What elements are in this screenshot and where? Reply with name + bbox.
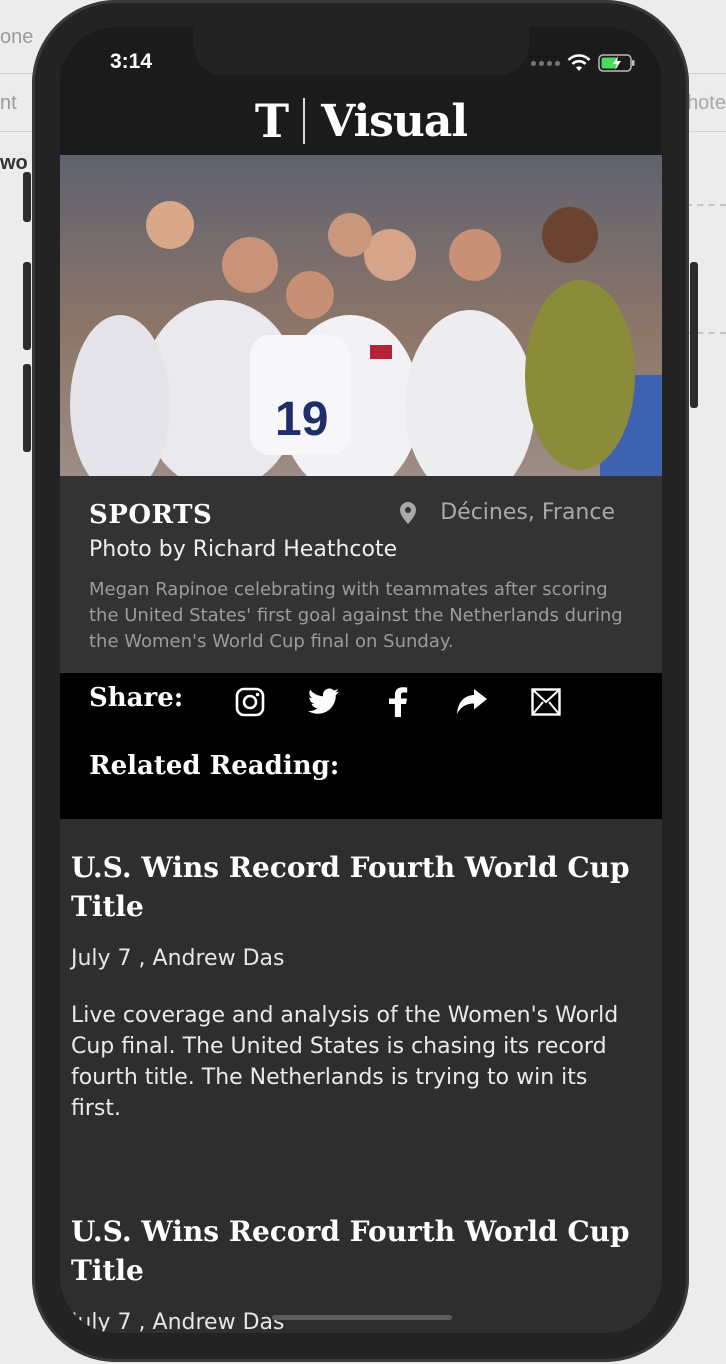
bg-left-fragment-2: nt <box>0 92 17 114</box>
logo-divider <box>303 98 306 144</box>
status-icons <box>531 53 636 73</box>
location: Décines, France <box>400 500 615 525</box>
mail-icon[interactable] <box>530 685 562 719</box>
hero-photo[interactable]: 19 <box>60 155 662 476</box>
instagram-icon[interactable] <box>234 685 266 719</box>
article-meta: July 7 , Andrew Das <box>71 1310 285 1333</box>
volume-down-button <box>23 364 31 452</box>
power-button <box>690 262 698 408</box>
home-indicator[interactable] <box>272 1315 452 1320</box>
bg-right-fragment-1: hote <box>687 92 726 114</box>
app-header: T Visual <box>60 87 662 155</box>
related-articles-list: U.S. Wins Record Fourth World Cup Title … <box>60 819 662 1333</box>
silent-switch <box>23 172 31 222</box>
article-title[interactable]: U.S. Wins Record Fourth World Cup Title <box>71 1212 641 1290</box>
article-title[interactable]: U.S. Wins Record Fourth World Cup Title <box>71 848 641 926</box>
share-section: Share: Related Reading: <box>60 673 662 819</box>
photo-caption: Megan Rapinoe celebrating with teammates… <box>89 579 623 652</box>
location-pin-icon <box>400 501 417 524</box>
nyt-logo-mark: T <box>254 94 290 148</box>
photo-illustration: 19 <box>60 155 662 476</box>
svg-text:19: 19 <box>275 393 328 446</box>
app-title: Visual <box>321 95 468 147</box>
notch <box>193 27 529 75</box>
wifi-icon <box>567 54 591 71</box>
bg-guide-line <box>686 204 726 206</box>
bg-left-fragment-1: one <box>0 26 34 48</box>
photo-caption-card: SPORTS Décines, France Photo by Richard … <box>60 476 662 673</box>
related-reading-label: Related Reading: <box>89 751 340 781</box>
twitter-icon[interactable] <box>308 685 340 719</box>
cellular-signal-icon <box>531 60 560 66</box>
share-label: Share: <box>89 683 184 713</box>
share-icons <box>234 685 562 719</box>
phone-screen: 3:14 T Visual 19 SPORTS Décines, France … <box>60 27 662 1333</box>
location-text: Décines, France <box>440 500 615 525</box>
battery-icon <box>598 54 635 72</box>
volume-up-button <box>23 262 31 350</box>
section-label: SPORTS <box>89 500 213 530</box>
photo-credit: Photo by Richard Heathcote <box>89 537 398 562</box>
forward-icon[interactable] <box>456 685 488 719</box>
related-article[interactable]: U.S. Wins Record Fourth World Cup Title … <box>71 848 641 1124</box>
facebook-icon[interactable] <box>382 685 414 719</box>
article-summary: Live coverage and analysis of the Women'… <box>71 1003 619 1121</box>
article-meta: July 7 , Andrew Das <box>71 946 285 971</box>
status-time: 3:14 <box>110 50 153 73</box>
